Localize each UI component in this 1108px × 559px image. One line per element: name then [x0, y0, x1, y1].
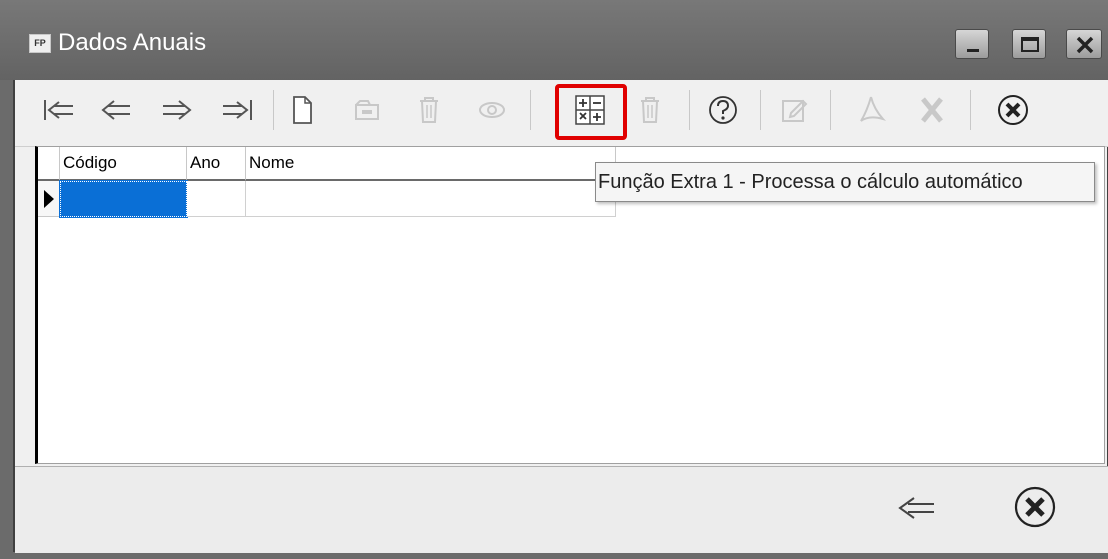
excel-icon	[921, 97, 943, 123]
next-icon	[163, 100, 192, 120]
maximize-icon	[1021, 37, 1039, 52]
trash-icon	[420, 97, 438, 123]
delete-extra-button[interactable]	[628, 88, 672, 132]
excel-button[interactable]	[910, 88, 954, 132]
close-circle-icon	[1014, 486, 1056, 528]
last-icon	[223, 100, 252, 120]
table-cell-codigo[interactable]	[59, 180, 188, 218]
toolbar-separator	[970, 90, 971, 130]
toolbar-separator	[689, 90, 690, 130]
first-record-button[interactable]	[37, 88, 81, 132]
app-icon: FP	[29, 34, 51, 53]
help-button[interactable]	[701, 88, 745, 132]
minimize-icon	[967, 49, 979, 52]
column-header-ano[interactable]: Ano	[187, 147, 246, 181]
edit-folder-icon	[355, 100, 379, 120]
window-title: Dados Anuais	[58, 29, 207, 56]
footer-close-button[interactable]	[1010, 482, 1060, 532]
extra-function-button[interactable]	[568, 88, 612, 132]
trash-icon	[641, 97, 659, 123]
current-row-arrow-icon	[44, 190, 54, 208]
first-icon	[44, 100, 73, 120]
toolbar-separator	[530, 90, 531, 130]
close-circle-icon	[998, 95, 1028, 125]
row-indicator[interactable]	[38, 181, 60, 217]
tooltip: Função Extra 1 - Processa o cálculo auto…	[595, 162, 1095, 202]
grid-corner	[38, 147, 60, 181]
column-header-codigo[interactable]: Código	[60, 147, 187, 181]
toolbar	[15, 80, 1108, 147]
title-bar[interactable]: FP Dados Anuais	[0, 0, 1108, 80]
eye-icon	[479, 102, 505, 118]
window: FP Dados Anuais Código Ano Nome Função E…	[0, 0, 1108, 559]
calculator-icon	[575, 95, 605, 125]
footer-bar	[15, 466, 1108, 553]
new-button[interactable]	[280, 88, 324, 132]
pencil-icon	[782, 99, 808, 122]
prev-record-button[interactable]	[94, 88, 138, 132]
toolbar-separator	[760, 90, 761, 130]
close-button[interactable]	[991, 88, 1035, 132]
back-button[interactable]	[891, 483, 941, 533]
edit-note-button[interactable]	[772, 88, 816, 132]
client-area: Código Ano Nome	[13, 80, 1108, 553]
close-window-button[interactable]	[1066, 29, 1102, 59]
delete-button[interactable]	[407, 88, 451, 132]
table-cell-nome[interactable]	[246, 181, 616, 217]
column-header-nome[interactable]: Nome	[246, 147, 616, 181]
pdf-icon	[860, 96, 887, 122]
pdf-button[interactable]	[850, 88, 894, 132]
prev-icon	[101, 100, 130, 120]
help-icon	[709, 96, 737, 124]
last-record-button[interactable]	[215, 88, 259, 132]
maximize-button[interactable]	[1012, 29, 1046, 59]
close-icon	[1076, 36, 1094, 54]
toolbar-separator	[830, 90, 831, 130]
table-cell-ano[interactable]	[187, 181, 246, 217]
toolbar-separator	[273, 90, 274, 130]
back-arrow-icon	[898, 497, 934, 519]
new-document-icon	[293, 96, 312, 124]
view-button[interactable]	[470, 88, 514, 132]
minimize-button[interactable]	[955, 29, 989, 59]
edit-button[interactable]	[345, 88, 389, 132]
next-record-button[interactable]	[155, 88, 199, 132]
